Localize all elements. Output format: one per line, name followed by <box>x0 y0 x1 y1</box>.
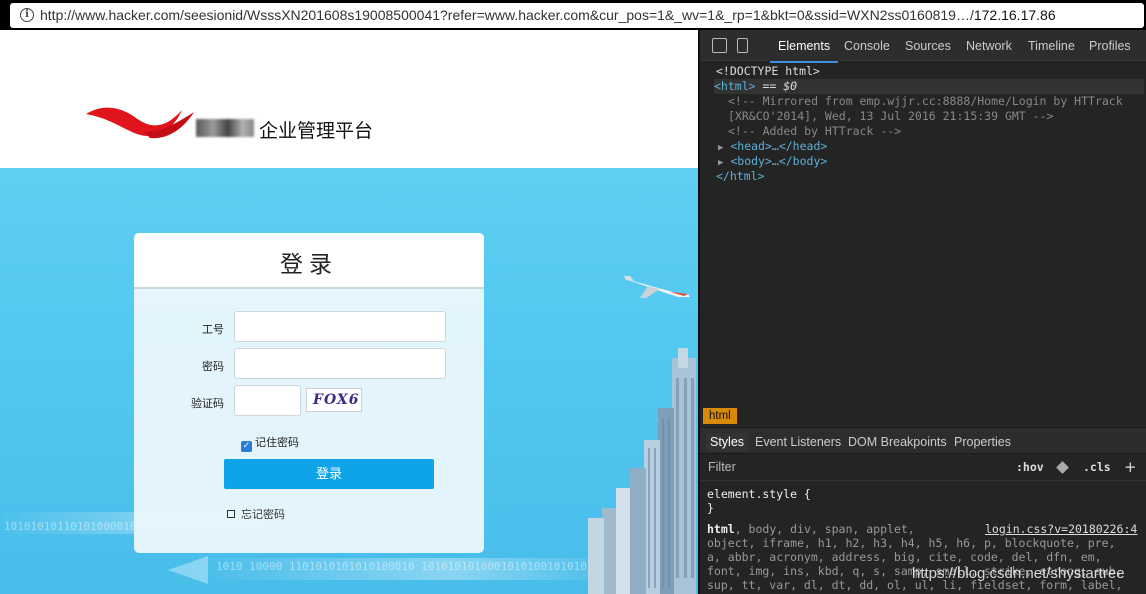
address-bar[interactable]: i http://www.hacker.com/seesionid/WsssXN… <box>10 3 1144 28</box>
css-selector-line: a, abbr, acronym, address, big, cite, co… <box>707 550 1102 564</box>
password-label: 密码 <box>202 360 224 373</box>
watermark: https://blog.csdn.net/shystartree <box>912 565 1125 582</box>
css-source-link[interactable]: login.css?v=20180226:4 <box>985 522 1137 536</box>
remember-password[interactable]: ✓ 记住密码 <box>241 434 299 452</box>
css-selector-line: object, iframe, h1, h2, h3, h4, h5, h6, … <box>707 536 1116 550</box>
expand-triangle-icon[interactable]: ▶ <box>718 158 723 168</box>
url-ip: 172.16.17.86 <box>973 7 1056 23</box>
tab-network[interactable]: Network <box>966 39 1012 53</box>
element-style-rule[interactable]: element.style { <box>707 487 811 501</box>
captcha-text: FOX6 <box>313 392 360 408</box>
employee-id-input[interactable] <box>234 311 446 342</box>
url-text: http://www.hacker.com/seesionid/WsssXN20… <box>40 7 974 23</box>
tab-profiles[interactable]: Profiles <box>1089 39 1131 53</box>
dom-tree: <!DOCTYPE html> <html> == $0 <!-- Mirror… <box>700 63 1146 407</box>
password-input[interactable] <box>234 348 446 379</box>
remember-label: 记住密码 <box>255 436 299 449</box>
employee-id-label: 工号 <box>202 323 224 336</box>
element-style-close: } <box>707 501 714 515</box>
tab-console[interactable]: Console <box>844 39 890 53</box>
dom-html-node[interactable]: <html> == $0 <box>714 79 1144 94</box>
login-button[interactable]: 登录 <box>224 459 434 489</box>
html-tag: <html> <box>714 79 756 93</box>
logo-icon <box>86 107 194 139</box>
dom-doctype[interactable]: <!DOCTYPE html> <box>716 64 820 79</box>
brand-title: 企业管理平台 <box>259 120 374 142</box>
subtab-dom-breakpoints[interactable]: DOM Breakpoints <box>848 435 947 449</box>
selector-text: , body, div, span, applet, <box>734 522 915 536</box>
city-skyline-icon <box>588 348 696 594</box>
device-mode-icon[interactable] <box>737 38 748 53</box>
binary-text: 1010 10000 1101010101010100010 101010101… <box>216 560 634 573</box>
devtools-toolbar: Elements Console Sources Network Timelin… <box>700 30 1146 63</box>
dom-comment[interactable]: [XR&CO'2014], Wed, 13 Jul 2016 21:15:39 … <box>728 109 1053 124</box>
airplane-icon <box>622 276 690 298</box>
checkbox-checked-icon[interactable]: ✓ <box>241 441 252 452</box>
body-tag: <body>…</body> <box>730 154 828 168</box>
tab-elements[interactable]: Elements <box>778 39 830 53</box>
inspect-element-icon[interactable] <box>712 38 727 53</box>
selector-html: html <box>707 522 735 536</box>
dom-html-close[interactable]: </html> <box>716 169 764 184</box>
subtab-event-listeners[interactable]: Event Listeners <box>755 435 841 449</box>
tab-timeline[interactable]: Timeline <box>1028 39 1075 53</box>
page-header: 企业管理平台 <box>0 30 698 168</box>
square-icon <box>227 510 235 518</box>
login-title: 登录 <box>280 252 338 278</box>
breadcrumb-html[interactable]: html <box>703 408 737 424</box>
add-rule-icon[interactable]: + <box>1124 458 1137 476</box>
css-selector-line[interactable]: html, body, div, span, applet, <box>707 522 915 536</box>
login-card: 登录 工号 密码 验证码 FOX6 ✓ 记住密码 登录 忘记密码 <box>134 233 484 553</box>
tab-sources[interactable]: Sources <box>905 39 951 53</box>
styles-subtabs: Styles Event Listeners DOM Breakpoints P… <box>700 427 1146 454</box>
address-url[interactable]: http://www.hacker.com/seesionid/WsssXN20… <box>40 7 1056 23</box>
captcha-image[interactable]: FOX6 <box>306 388 362 412</box>
info-icon[interactable]: i <box>20 8 34 22</box>
color-format-icon[interactable] <box>1056 461 1069 474</box>
captcha-input[interactable] <box>234 385 301 416</box>
subtab-properties[interactable]: Properties <box>954 435 1011 449</box>
redacted-name <box>196 119 254 137</box>
filter-input[interactable]: Filter <box>708 460 736 474</box>
dom-comment[interactable]: <!-- Added by HTTrack --> <box>728 124 901 139</box>
forgot-password-link[interactable]: 忘记密码 <box>227 506 285 522</box>
head-tag: <head>…</head> <box>730 139 828 153</box>
class-toggle[interactable]: .cls <box>1083 460 1111 474</box>
web-page: 企业管理平台 101010101101010000101010101000010… <box>0 30 698 594</box>
styles-filter-bar: Filter :hov .cls + <box>700 455 1146 481</box>
selected-marker: == $0 <box>762 79 798 93</box>
dom-comment[interactable]: <!-- Mirrored from emp.wjjr.cc:8888/Home… <box>728 94 1123 109</box>
hover-state-toggle[interactable]: :hov <box>1016 460 1044 474</box>
expand-triangle-icon[interactable]: ▶ <box>718 143 723 153</box>
devtools-panel: Elements Console Sources Network Timelin… <box>698 30 1146 594</box>
login-card-header: 登录 <box>134 233 484 289</box>
subtab-styles[interactable]: Styles <box>706 433 749 451</box>
browser-toolbar: i http://www.hacker.com/seesionid/WsssXN… <box>0 0 1146 30</box>
forgot-label: 忘记密码 <box>241 508 285 521</box>
captcha-label: 验证码 <box>191 397 224 410</box>
